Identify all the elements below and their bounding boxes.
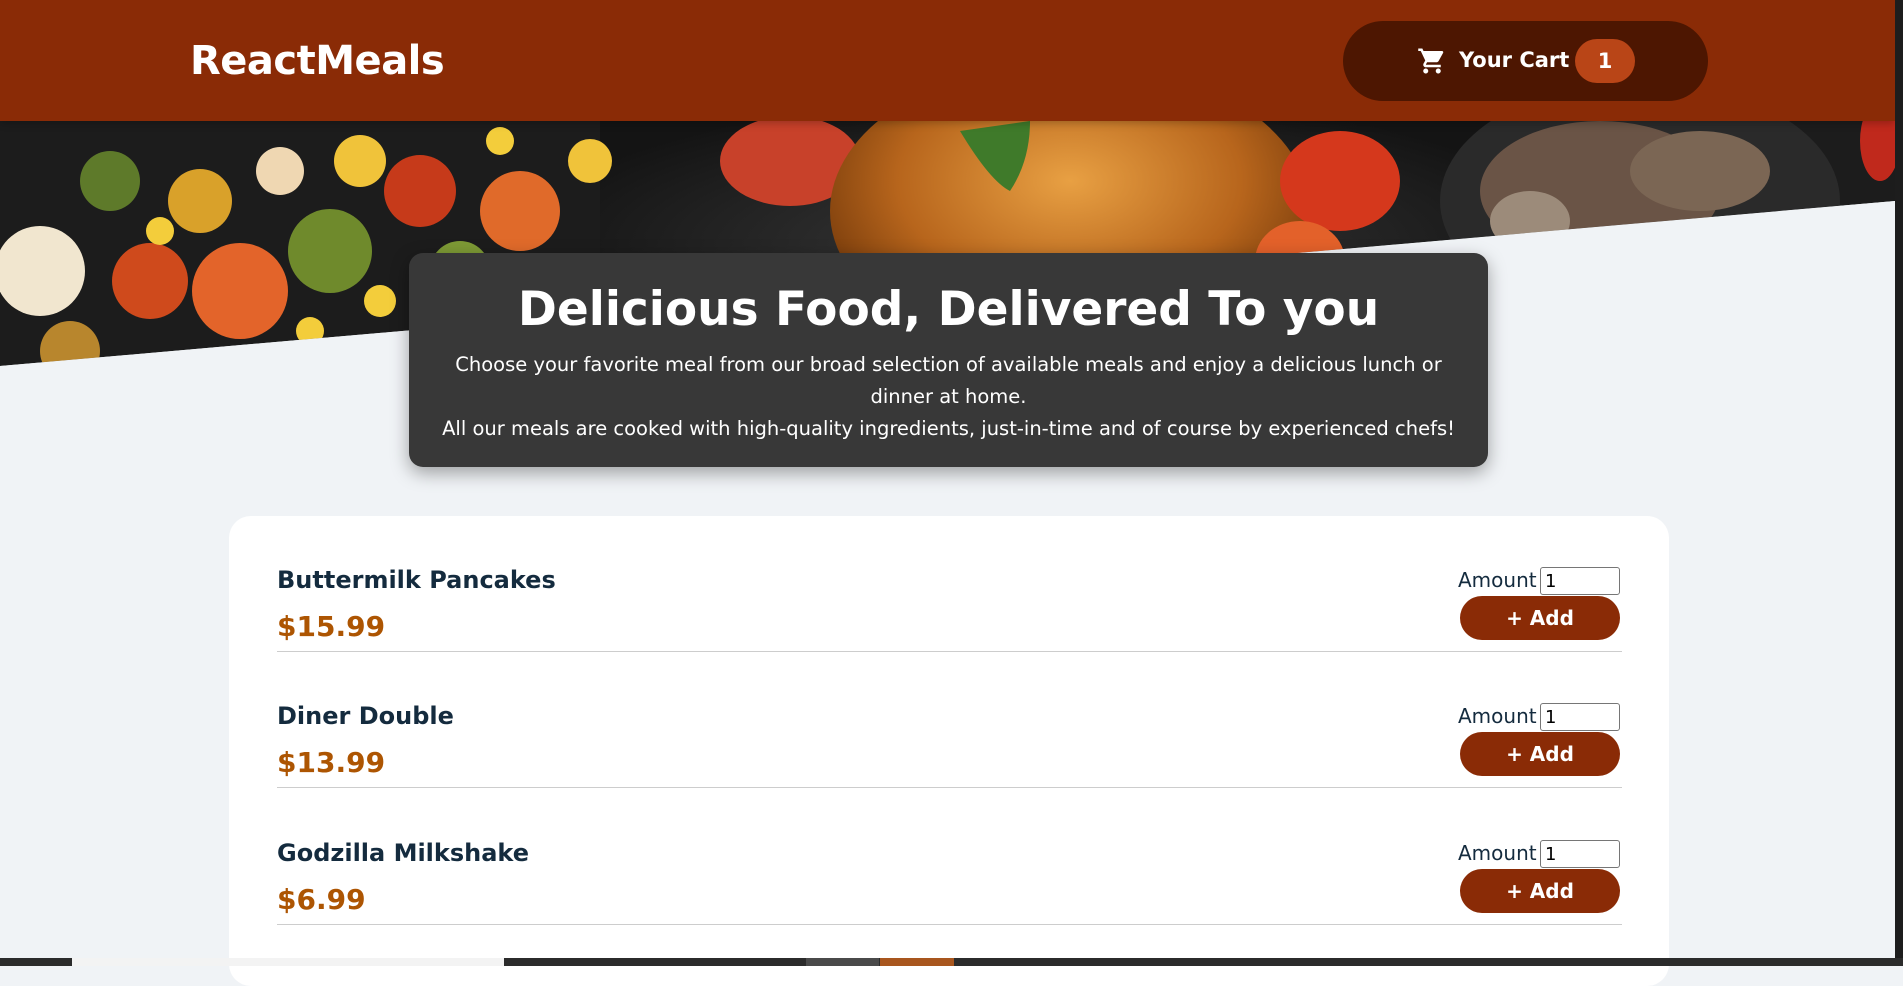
meal-item: Godzilla Milkshake $6.99 Amount + Add xyxy=(277,789,1622,925)
meal-name: Diner Double xyxy=(277,702,454,730)
cart-label: Your Cart xyxy=(1459,48,1570,72)
add-button[interactable]: + Add xyxy=(1460,596,1620,640)
meal-item: Diner Double $13.99 Amount + Add xyxy=(277,652,1622,788)
cart-count-badge: 1 xyxy=(1575,39,1635,83)
meal-price: $13.99 xyxy=(277,746,386,779)
amount-label: Amount xyxy=(1458,841,1537,865)
cart-button[interactable]: Your Cart 1 xyxy=(1343,21,1708,101)
app-header: ReactMeals Your Cart 1 xyxy=(0,0,1895,121)
amount-input[interactable] xyxy=(1540,840,1620,868)
meal-price: $6.99 xyxy=(277,883,366,916)
meal-name: Buttermilk Pancakes xyxy=(277,566,556,594)
amount-input[interactable] xyxy=(1540,703,1620,731)
meal-name: Godzilla Milkshake xyxy=(277,839,530,867)
meals-list-card: Buttermilk Pancakes $15.99 Amount + Add … xyxy=(229,516,1669,986)
summary-title: Delicious Food, Delivered To you xyxy=(517,282,1380,337)
amount-input[interactable] xyxy=(1540,567,1620,595)
window-edge xyxy=(1895,0,1903,966)
os-taskbar xyxy=(0,958,1903,966)
taskbar-search[interactable] xyxy=(72,958,504,966)
meal-item: Buttermilk Pancakes $15.99 Amount + Add xyxy=(277,516,1622,652)
add-button[interactable]: + Add xyxy=(1460,869,1620,913)
summary-text-2: All our meals are cooked with high-quali… xyxy=(442,417,1455,441)
add-button[interactable]: + Add xyxy=(1460,732,1620,776)
taskbar-app[interactable] xyxy=(806,958,879,966)
amount-label: Amount xyxy=(1458,704,1537,728)
brand-logo: ReactMeals xyxy=(190,38,445,84)
meal-price: $15.99 xyxy=(277,610,386,643)
taskbar-app-active[interactable] xyxy=(880,958,954,966)
amount-label: Amount xyxy=(1458,568,1537,592)
cart-icon xyxy=(1418,48,1444,74)
summary-text-1: Choose your favorite meal from our broad… xyxy=(455,353,1442,409)
summary-card: Delicious Food, Delivered To you Choose … xyxy=(409,253,1488,467)
